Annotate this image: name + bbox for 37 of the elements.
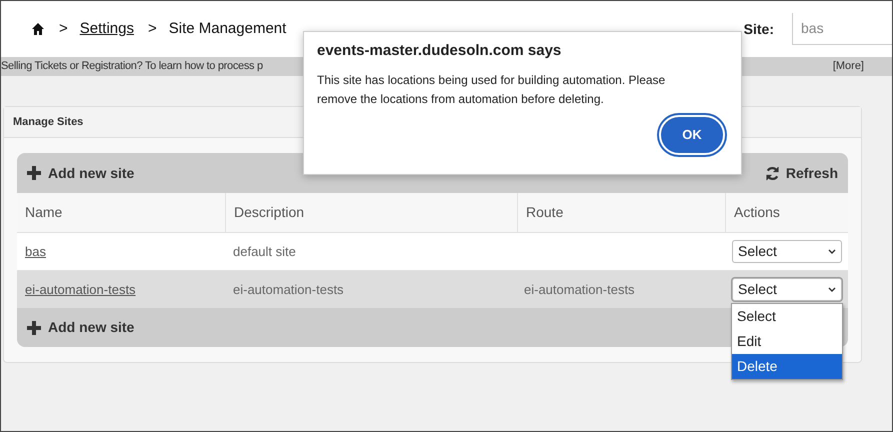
more-link[interactable]: [More] bbox=[832, 58, 864, 75]
menu-option[interactable]: Delete bbox=[732, 354, 842, 379]
column-header: Route bbox=[526, 203, 564, 222]
caret-icon bbox=[828, 287, 836, 292]
action-select[interactable]: Select bbox=[732, 278, 842, 301]
dialog-message: This site has locations being used for building automation. Please remove the locations from automation before deleting. bbox=[317, 72, 666, 108]
refresh-icon bbox=[764, 166, 780, 180]
site-field[interactable]: bas bbox=[792, 13, 892, 45]
caret-icon bbox=[828, 249, 836, 254]
table-cell-text: ei-automation-tests bbox=[233, 280, 344, 299]
breadcrumb-link[interactable]: Settings bbox=[80, 18, 134, 40]
column-header: Name bbox=[25, 203, 62, 222]
select-value: Select bbox=[738, 242, 777, 261]
panel-title: Manage Sites bbox=[13, 114, 84, 130]
breadcrumb-separator: > bbox=[148, 18, 157, 39]
site-name-link[interactable]: ei-automation-tests bbox=[25, 280, 136, 300]
plus-icon bbox=[27, 166, 41, 180]
refresh-button[interactable]: Refresh bbox=[764, 162, 838, 184]
ok-button[interactable]: OK bbox=[659, 114, 725, 154]
menu-option[interactable]: Edit bbox=[732, 329, 842, 354]
add-site-button[interactable]: Add new site bbox=[27, 317, 134, 338]
select-value: Select bbox=[738, 280, 777, 299]
menu-option[interactable]: Select bbox=[732, 304, 842, 329]
site-label: Site: bbox=[744, 20, 774, 38]
table-cell-text: ei-automation-tests bbox=[524, 280, 635, 299]
action-select[interactable]: Select bbox=[732, 240, 842, 263]
breadcrumb-current: Site Management bbox=[168, 18, 286, 39]
table-cell-text: default site bbox=[233, 242, 296, 261]
column-header: Actions bbox=[734, 203, 780, 222]
column-header: Description bbox=[234, 203, 304, 222]
breadcrumb-separator: > bbox=[59, 18, 68, 39]
site-name-link[interactable]: bas bbox=[25, 242, 46, 262]
plus-icon bbox=[27, 320, 41, 334]
dialog-title: events-master.dudesoln.com says bbox=[317, 41, 562, 61]
add-site-button[interactable]: Add new site bbox=[27, 162, 134, 184]
notice-text: Selling Tickets or Registration? To learn how to process p bbox=[1, 59, 263, 74]
home-icon[interactable] bbox=[31, 22, 45, 36]
